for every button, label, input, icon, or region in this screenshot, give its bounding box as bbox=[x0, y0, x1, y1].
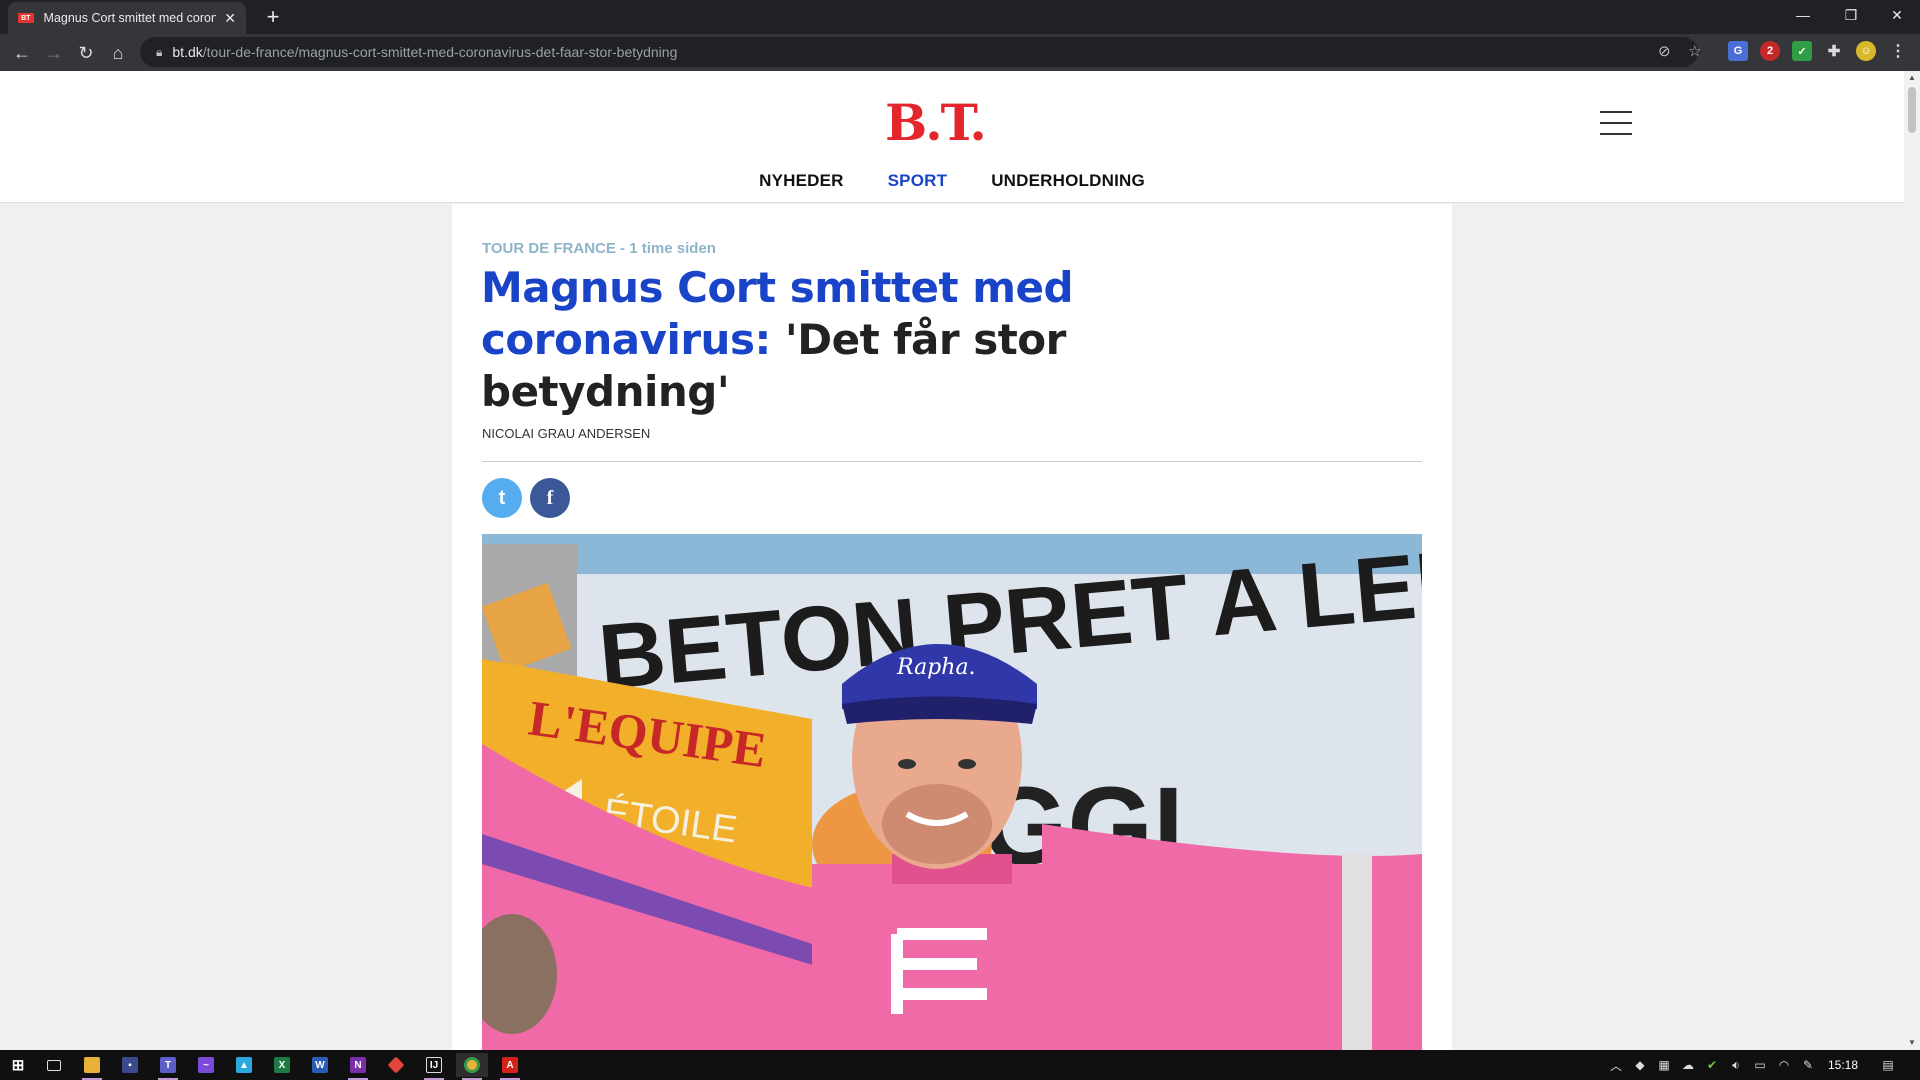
scroll-up-icon[interactable]: ▲ bbox=[1904, 71, 1920, 85]
acrobat-icon[interactable]: A bbox=[494, 1053, 526, 1080]
tray-teams-icon[interactable]: ◆ bbox=[1632, 1057, 1648, 1073]
reload-icon[interactable]: ↻ bbox=[72, 39, 100, 67]
nav-underholdning[interactable]: UNDERHOLDNING bbox=[991, 171, 1145, 191]
hamburger-menu-icon[interactable] bbox=[1600, 111, 1632, 135]
back-icon[interactable]: ← bbox=[8, 39, 36, 67]
battery-icon[interactable]: ▭ bbox=[1752, 1057, 1768, 1073]
extension-badge: 2 bbox=[1766, 45, 1774, 57]
volume-icon[interactable]: 🔉︎ bbox=[1728, 1057, 1744, 1073]
intellij-icon[interactable]: IJ bbox=[418, 1053, 450, 1080]
teams-icon[interactable]: T bbox=[152, 1053, 184, 1080]
windows-taskbar: ⊞ ▪ T ~ ▲ X W N IJ A ︿ ◆ ▦ ☁ ✔ 🔉︎ ▭ ◠ ✎ … bbox=[0, 1050, 1920, 1080]
pen-icon[interactable]: ✎ bbox=[1800, 1057, 1816, 1073]
article-kicker[interactable]: TOUR DE FRANCE - 1 time siden bbox=[482, 240, 716, 257]
tray-check-icon[interactable]: ✔ bbox=[1704, 1057, 1720, 1073]
start-icon[interactable]: ⊞ bbox=[2, 1053, 34, 1077]
nav-nyheder[interactable]: NYHEDER bbox=[759, 171, 844, 191]
bt-logo[interactable]: B.T. bbox=[885, 93, 987, 152]
chrome-icon[interactable] bbox=[456, 1053, 488, 1080]
browser-toolbar: ← → ↻ ⌂ 🔒︎ bt.dk/tour-de-france/magnus-c… bbox=[0, 34, 1920, 71]
forward-icon[interactable]: → bbox=[40, 39, 68, 67]
home-icon[interactable]: ⌂ bbox=[104, 39, 132, 67]
browser-tab[interactable]: BT Magnus Cort smittet med coronavirus: … bbox=[8, 2, 246, 34]
facebook-share-icon[interactable]: f bbox=[530, 478, 570, 518]
tracking-blocked-icon[interactable]: ⊘ bbox=[1658, 42, 1671, 60]
article-byline[interactable]: NICOLAI GRAU ANDERSEN bbox=[482, 426, 650, 441]
new-tab-button[interactable]: + bbox=[260, 4, 286, 30]
menu-kebab-icon[interactable]: ⋮ bbox=[1888, 41, 1908, 61]
cap-text: Rapha. bbox=[896, 655, 976, 680]
notifications-icon[interactable]: ▤ bbox=[1880, 1057, 1896, 1073]
translate-extension-icon[interactable]: G bbox=[1728, 41, 1748, 61]
close-tab-icon[interactable]: ✕ bbox=[224, 10, 236, 27]
adblock-extension-icon[interactable]: 2 bbox=[1760, 41, 1780, 61]
close-window-button[interactable]: ✕ bbox=[1874, 0, 1920, 30]
url-path: /tour-de-france/magnus-cort-smittet-med-… bbox=[202, 44, 678, 60]
nav-sport[interactable]: SPORT bbox=[888, 171, 948, 191]
divider bbox=[482, 461, 1422, 462]
profile-avatar-icon[interactable]: ☺ bbox=[1856, 41, 1876, 61]
tray-app-icon[interactable]: ▦ bbox=[1656, 1057, 1672, 1073]
article: TOUR DE FRANCE - 1 time siden Magnus Cor… bbox=[452, 204, 1452, 1050]
article-hero-image[interactable]: BETON PRET A LEM L'EQUIPE ÉTOILE DE GGI bbox=[482, 534, 1422, 1050]
excel-icon[interactable]: X bbox=[266, 1053, 298, 1077]
extensions-puzzle-icon[interactable]: ✚ bbox=[1824, 41, 1844, 61]
onedrive-icon[interactable]: ☁ bbox=[1680, 1057, 1696, 1073]
tray-chevron-up-icon[interactable]: ︿ bbox=[1608, 1057, 1624, 1073]
checkmark-extension-icon[interactable]: ✓ bbox=[1792, 41, 1812, 61]
scrollbar-thumb[interactable] bbox=[1908, 87, 1916, 133]
wifi-icon[interactable]: ◠ bbox=[1776, 1057, 1792, 1073]
minimize-button[interactable]: — bbox=[1780, 0, 1826, 30]
terminal-icon[interactable]: ▪ bbox=[114, 1053, 146, 1077]
twitter-share-icon[interactable]: t bbox=[482, 478, 522, 518]
browser-tabbar: BT Magnus Cort smittet med coronavirus: … bbox=[0, 0, 1920, 34]
paint-app-icon[interactable]: ~ bbox=[190, 1053, 222, 1077]
restore-button[interactable]: ❐ bbox=[1828, 0, 1874, 30]
address-bar[interactable]: 🔒︎ bt.dk/tour-de-france/magnus-cort-smit… bbox=[140, 37, 1701, 67]
bt-favicon-icon: BT bbox=[18, 13, 34, 23]
url-host: bt.dk bbox=[172, 44, 203, 60]
file-explorer-icon[interactable] bbox=[76, 1053, 108, 1080]
scroll-down-icon[interactable]: ▼ bbox=[1904, 1036, 1920, 1050]
page-scrollbar[interactable]: ▲ ▼ bbox=[1904, 71, 1920, 1050]
page-viewport: B.T. NYHEDER SPORT UNDERHOLDNING TOUR DE… bbox=[0, 71, 1904, 1050]
main-nav: NYHEDER SPORT UNDERHOLDNING bbox=[0, 171, 1904, 191]
taskbar-clock[interactable]: 15:18 bbox=[1828, 1058, 1858, 1072]
site-header: B.T. NYHEDER SPORT UNDERHOLDNING bbox=[0, 71, 1904, 203]
git-icon[interactable] bbox=[380, 1053, 412, 1077]
article-headline: Magnus Cort smittet med coronavirus: 'De… bbox=[481, 262, 1081, 418]
lock-icon: 🔒︎ bbox=[156, 44, 163, 59]
onenote-icon[interactable]: N bbox=[342, 1053, 374, 1080]
photos-app-icon[interactable]: ▲ bbox=[228, 1053, 260, 1077]
task-view-icon[interactable] bbox=[38, 1053, 70, 1077]
tab-title: Magnus Cort smittet med coronavirus: 'De… bbox=[43, 11, 217, 25]
word-icon[interactable]: W bbox=[304, 1053, 336, 1077]
bookmark-star-icon[interactable]: ☆ bbox=[1688, 42, 1701, 60]
